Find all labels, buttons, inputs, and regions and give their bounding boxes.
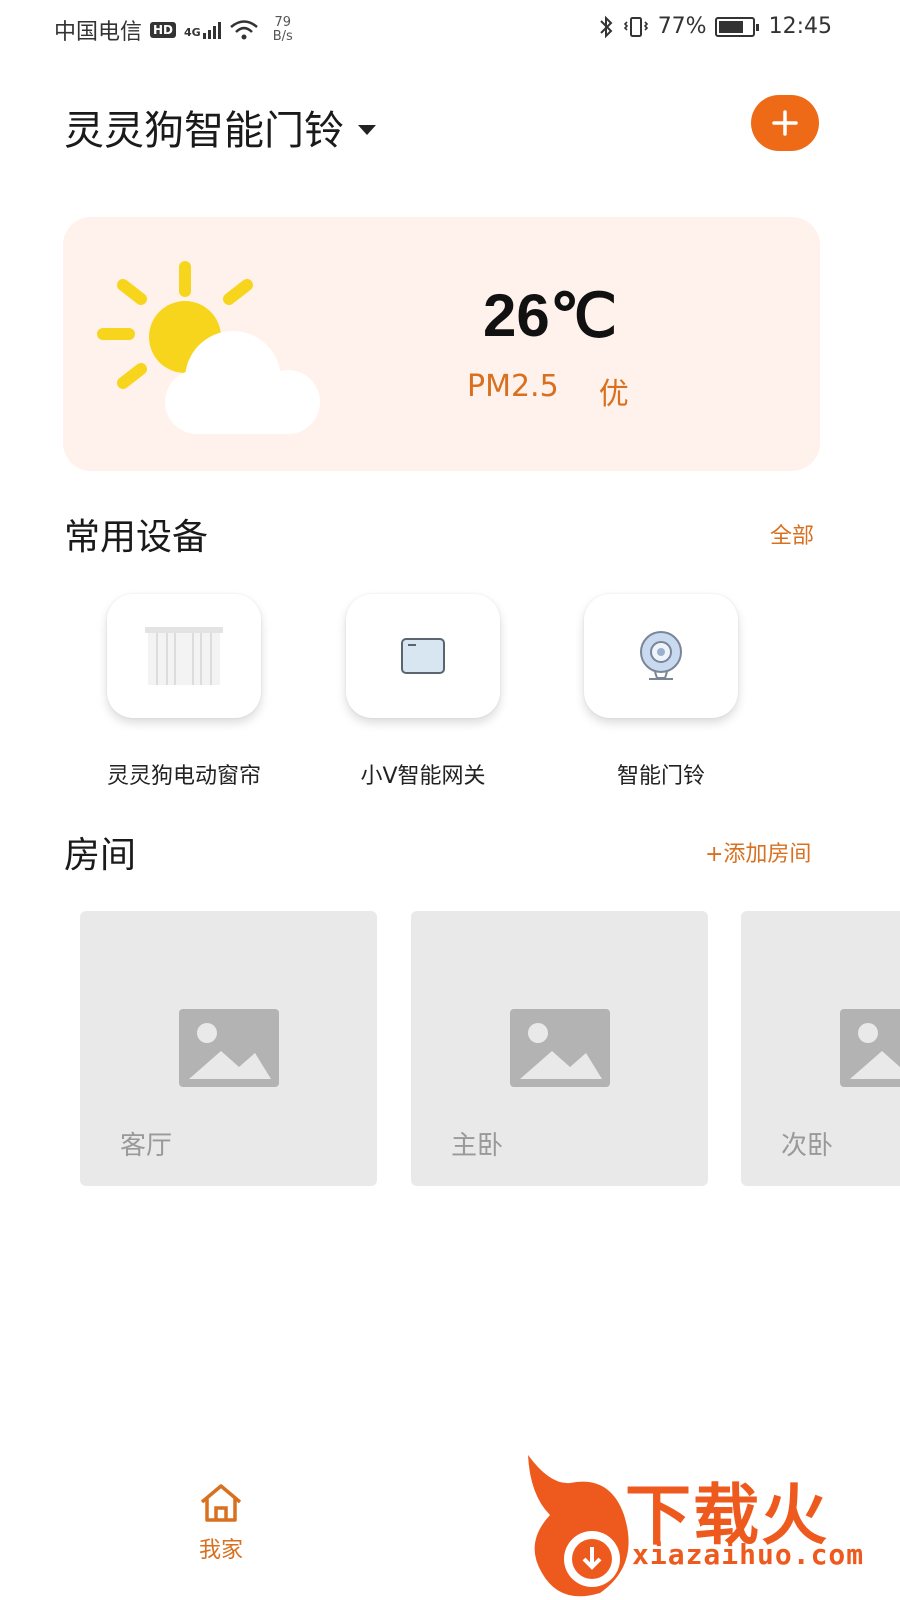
room-card-second[interactable]: 次卧 <box>741 911 900 1186</box>
net-speed-value: 79 <box>274 15 292 30</box>
battery-percent: 77% <box>657 14 707 39</box>
carrier-name: 中国电信 <box>54 20 143 45</box>
room-name: 客厅 <box>120 1131 173 1161</box>
device-curtain[interactable]: 灵灵狗电动窗帘 <box>104 594 264 789</box>
caret-down-icon <box>358 125 376 135</box>
device-doorbell[interactable]: 智能门铃 <box>581 594 741 789</box>
room-name: 次卧 <box>781 1131 834 1161</box>
nav-home-label: 我家 <box>198 1538 243 1563</box>
battery-icon <box>714 16 759 37</box>
room-card-master[interactable]: 主卧 <box>411 911 708 1186</box>
net-speed: 79 B/s <box>273 16 293 44</box>
camera-icon <box>640 631 682 680</box>
watermark-url: xiazaihuo.com <box>632 1538 865 1571</box>
temperature: 26℃ <box>483 282 618 349</box>
hd-badge: HD <box>150 22 177 38</box>
sun-cloud-icon <box>97 261 320 434</box>
bluetooth-icon <box>599 15 613 38</box>
home-icon <box>200 1484 242 1522</box>
signal-icon: 4G <box>184 21 221 39</box>
image-placeholder-icon <box>840 1009 900 1087</box>
device-gateway[interactable]: 小V智能网关 <box>343 594 503 789</box>
nav-home[interactable]: 我家 <box>186 1482 256 1564</box>
clock: 12:45 <box>768 14 832 39</box>
image-placeholder-icon <box>179 1009 279 1087</box>
net-speed-unit: B/s <box>272 29 293 44</box>
air-quality: PM2.5 优 <box>467 369 629 413</box>
plus-icon <box>772 110 798 136</box>
room-name: 主卧 <box>451 1131 504 1161</box>
curtain-icon <box>145 627 223 685</box>
all-devices-link[interactable]: 全部 <box>770 518 814 550</box>
device-label: 小V智能网关 <box>360 764 486 789</box>
wifi-icon <box>229 20 258 40</box>
vibrate-icon <box>623 16 648 37</box>
devices-section-title: 常用设备 <box>64 517 209 558</box>
pm-label: PM2.5 <box>467 369 559 404</box>
image-placeholder-icon <box>510 1009 610 1087</box>
home-title: 灵灵狗智能门铃 <box>64 108 344 154</box>
status-bar: 中国电信 HD 4G 79 B/s 77% 12:45 <box>0 0 900 56</box>
home-selector[interactable]: 灵灵狗智能门铃 <box>64 98 376 156</box>
room-card-living[interactable]: 客厅 <box>80 911 377 1186</box>
add-room-link[interactable]: +添加房间 <box>705 836 811 868</box>
weather-card[interactable]: 26℃ PM2.5 优 <box>63 217 820 471</box>
device-label: 智能门铃 <box>616 764 705 789</box>
rooms-section-title: 房间 <box>64 835 137 876</box>
pm-quality: 优 <box>598 377 629 412</box>
add-button[interactable] <box>751 95 819 151</box>
net-type: 4G <box>184 26 201 39</box>
gateway-icon <box>401 638 445 674</box>
device-label: 灵灵狗电动窗帘 <box>106 764 261 789</box>
